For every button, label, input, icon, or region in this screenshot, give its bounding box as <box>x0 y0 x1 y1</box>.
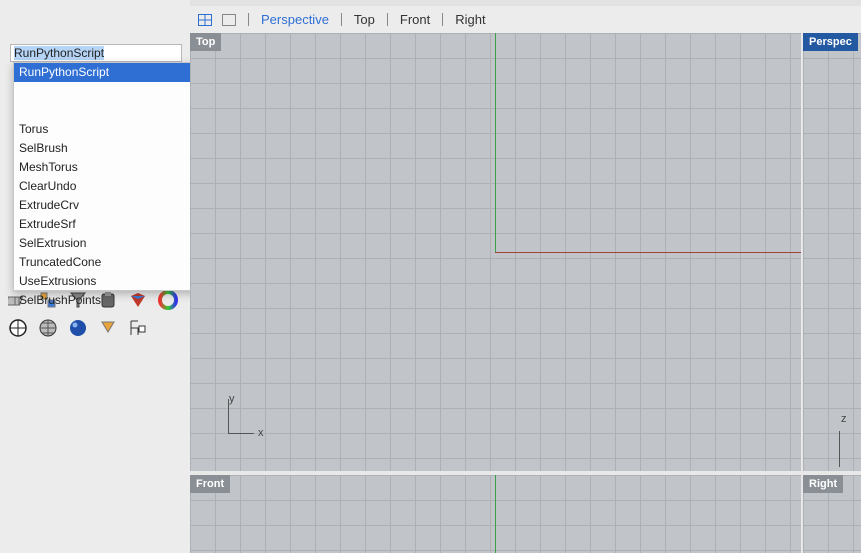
viewport-label-top[interactable]: Top <box>190 33 222 51</box>
viewport-divider-horizontal[interactable] <box>190 471 861 475</box>
cone-light-icon[interactable] <box>98 318 118 338</box>
viewport-label-right[interactable]: Right <box>803 475 844 493</box>
sphere-wire-icon[interactable] <box>8 318 28 338</box>
grouping-icon[interactable] <box>128 318 148 338</box>
left-toolbar-panel: RunPythonScript RunPythonScript Torus Se… <box>0 0 233 553</box>
axis-label-x: x <box>258 427 264 439</box>
viewport-right[interactable]: Right <box>803 475 861 553</box>
viewport-perspective[interactable]: Perspec z <box>803 33 861 471</box>
tab-front[interactable]: Front <box>400 12 430 27</box>
sphere-grid-icon[interactable] <box>38 318 58 338</box>
sphere-shaded-icon[interactable] <box>68 318 88 338</box>
viewport-top[interactable]: Top y x <box>190 33 801 471</box>
viewport-tab-bar: Perspective Top Front Right <box>190 0 861 33</box>
viewport-divider-vertical[interactable] <box>801 33 803 553</box>
single-viewport-icon[interactable] <box>222 13 236 26</box>
viewport-front[interactable]: Front <box>190 475 801 553</box>
y-axis-line <box>495 33 496 253</box>
x-axis-line <box>495 252 801 253</box>
axis-label-z: z <box>841 413 847 425</box>
toolbar-row-2 <box>8 318 148 338</box>
four-viewports-icon[interactable] <box>198 13 212 26</box>
command-input[interactable]: RunPythonScript <box>10 44 182 62</box>
tab-perspective[interactable]: Perspective <box>261 12 329 27</box>
tab-right[interactable]: Right <box>455 12 485 27</box>
tab-top[interactable]: Top <box>354 12 375 27</box>
viewport-label-perspective[interactable]: Perspec <box>803 33 858 51</box>
viewport-label-front[interactable]: Front <box>190 475 231 493</box>
axis-label-y: y <box>229 393 235 405</box>
